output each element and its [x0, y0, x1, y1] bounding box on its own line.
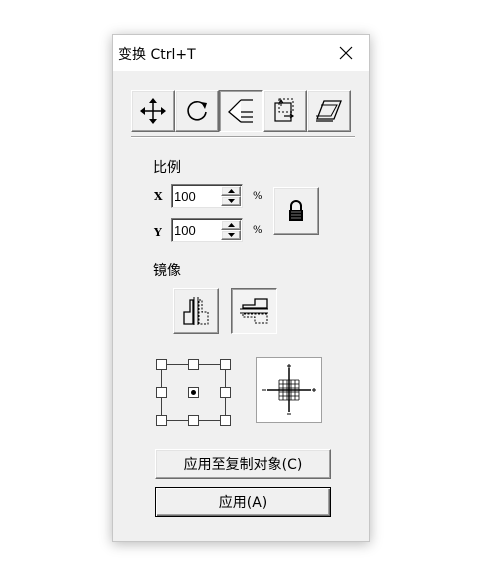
anchor-top-right[interactable] [220, 359, 231, 370]
mirror-vertical-button[interactable] [231, 288, 277, 334]
tab-size[interactable] [263, 90, 307, 132]
anchor-center[interactable] [188, 387, 199, 398]
crosshair-grid-icon [262, 364, 316, 415]
size-icon [274, 98, 295, 122]
tab-rotate[interactable] [175, 90, 219, 132]
mirror-horizontal-button[interactable] [173, 288, 219, 334]
close-button[interactable] [323, 35, 369, 71]
scale-mirror-icon [228, 99, 253, 123]
mirror-vertical-icon [240, 298, 268, 324]
anchor-top-left[interactable] [156, 359, 167, 370]
x-unit-label: % [253, 191, 263, 202]
transform-dialog: 变换 Ctrl+T 比例 X 100 % Y 100 % 镜像 应用至复制对象(… [112, 34, 370, 542]
anchor-bottom-center[interactable] [188, 415, 199, 426]
toolbar-separator [131, 136, 355, 138]
x-scale-input[interactable] [174, 187, 220, 205]
tab-skew[interactable] [307, 90, 351, 132]
apply-to-copy-button[interactable]: 应用至复制对象(C) [155, 449, 331, 479]
x-scale-stepper[interactable] [171, 184, 243, 208]
y-axis-label: Y [154, 226, 162, 239]
y-spin-down-button[interactable] [221, 230, 241, 240]
lock-icon [289, 200, 303, 221]
scale-heading: 比例 [153, 160, 181, 176]
x-axis-label: X [154, 190, 163, 203]
arrow-up-icon [227, 189, 235, 193]
x-spin-up-button[interactable] [221, 186, 241, 196]
anchor-bottom-left[interactable] [156, 415, 167, 426]
title-bar[interactable]: 变换 Ctrl+T [113, 35, 369, 71]
anchor-middle-left[interactable] [156, 387, 167, 398]
mirror-horizontal-icon [183, 297, 209, 325]
anchor-preview [256, 357, 322, 423]
window-title: 变换 Ctrl+T [118, 47, 196, 63]
y-spin-up-button[interactable] [221, 220, 241, 230]
arrow-down-icon [227, 199, 235, 203]
y-unit-label: % [253, 225, 263, 236]
arrow-down-icon [227, 233, 235, 237]
tab-position[interactable] [131, 90, 175, 132]
anchor-bottom-right[interactable] [220, 415, 231, 426]
move-arrows-icon [140, 98, 166, 124]
apply-button[interactable]: 应用(A) [155, 487, 331, 517]
y-scale-stepper[interactable] [171, 218, 243, 242]
skew-icon [316, 100, 342, 122]
close-icon [339, 46, 353, 60]
proportional-lock-button[interactable] [273, 187, 319, 235]
anchor-top-center[interactable] [188, 359, 199, 370]
tab-scale-mirror[interactable] [219, 90, 263, 132]
rotate-icon [187, 100, 207, 121]
anchor-selected-dot-icon [191, 390, 196, 395]
anchor-middle-right[interactable] [220, 387, 231, 398]
y-scale-input[interactable] [174, 221, 220, 239]
mirror-heading: 镜像 [153, 263, 181, 279]
arrow-up-icon [227, 223, 235, 227]
x-spin-down-button[interactable] [221, 196, 241, 206]
